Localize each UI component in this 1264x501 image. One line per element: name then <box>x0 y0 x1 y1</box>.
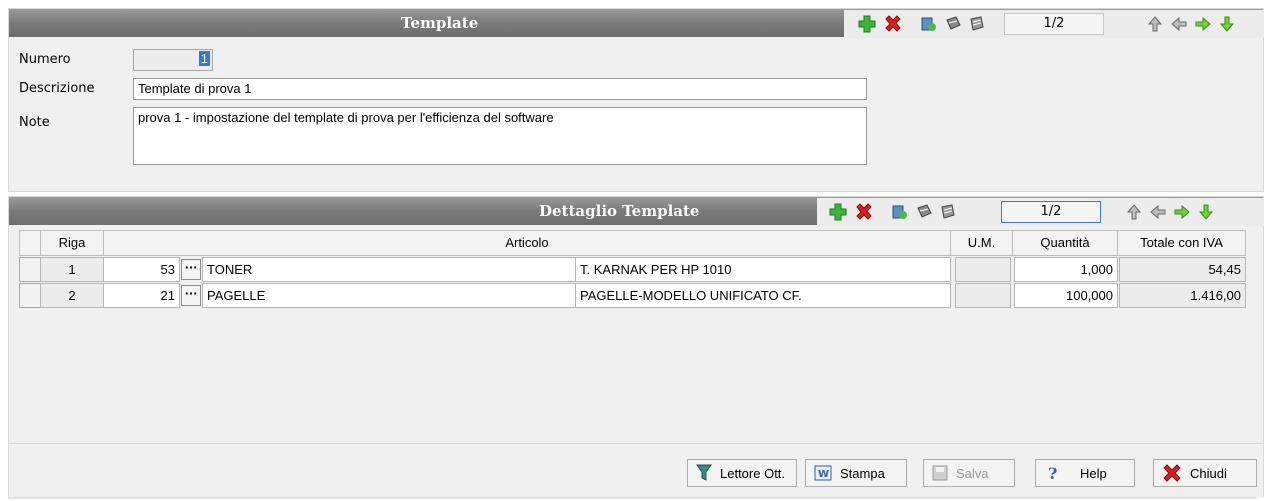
row-selector-header <box>19 230 41 256</box>
print-records-button[interactable] <box>942 13 964 35</box>
funnel-icon <box>696 464 712 481</box>
delete-record-button[interactable] <box>882 13 904 35</box>
article-description-cell[interactable]: T. KARNAK PER HP 1010 <box>575 257 951 282</box>
total-cell: 1.416,00 <box>1119 283 1246 308</box>
question-mark-icon: ? <box>1048 464 1057 482</box>
template-title: Template <box>401 14 479 32</box>
previous-row-button[interactable] <box>1147 201 1169 223</box>
previous-record-button[interactable] <box>1168 13 1190 35</box>
column-header-riga[interactable]: Riga <box>40 230 104 256</box>
svg-text:?: ? <box>1048 464 1057 482</box>
plus-icon <box>858 15 876 33</box>
export-rows-button[interactable] <box>937 201 959 223</box>
bottom-divider <box>8 497 1256 499</box>
row-position: 1/2 <box>1001 201 1101 223</box>
save-button[interactable]: Salva <box>923 459 1015 487</box>
documents-icon <box>917 204 932 218</box>
um-cell[interactable] <box>955 283 1011 308</box>
detail-toolbar: 1/2 <box>817 198 1264 226</box>
print-label: Stampa <box>840 465 885 481</box>
arrow-left-icon <box>1171 16 1187 32</box>
x-icon <box>1163 464 1181 482</box>
last-row-button[interactable] <box>1195 201 1217 223</box>
documents-icon <box>946 16 961 30</box>
um-cell[interactable] <box>955 257 1011 282</box>
template-panel: Template 1/2 Numero 1 Descrizione Templa… <box>8 8 1264 192</box>
print-button[interactable]: W Stampa <box>805 459 907 487</box>
column-header-articolo[interactable]: Articolo <box>103 230 951 256</box>
search-records-button[interactable] <box>918 13 940 35</box>
quantity-cell[interactable]: 1,000 <box>1014 257 1118 282</box>
numero-label: Numero <box>19 52 71 67</box>
detail-panel: Dettaglio Template 1/2 Riga Articolo U.M… <box>8 196 1264 498</box>
next-row-button[interactable] <box>1171 201 1193 223</box>
export-records-button[interactable] <box>966 13 988 35</box>
first-record-button[interactable] <box>1144 13 1166 35</box>
numero-field[interactable]: 1 <box>133 49 213 71</box>
arrow-left-icon <box>1150 204 1166 220</box>
add-row-button[interactable] <box>827 201 849 223</box>
word-document-icon: W <box>814 465 832 481</box>
search-rows-button[interactable] <box>889 201 911 223</box>
action-bar: Lettore Ott. W Stampa Salva ? Help Chiud… <box>9 443 1263 498</box>
total-cell: 54,45 <box>1119 257 1246 282</box>
barcode-reader-label: Lettore Ott. <box>720 465 786 481</box>
arrow-up-icon <box>1126 204 1142 220</box>
row-selector[interactable] <box>19 283 41 308</box>
arrow-down-icon <box>1198 204 1214 220</box>
help-label: Help <box>1080 465 1107 481</box>
article-code-cell[interactable]: 21 <box>103 283 180 308</box>
article-name-cell[interactable]: PAGELLE <box>202 283 576 308</box>
article-code-cell[interactable]: 53 <box>103 257 180 282</box>
quantity-cell[interactable]: 100,000 <box>1014 283 1118 308</box>
record-position: 1/2 <box>1004 13 1104 35</box>
row-selector[interactable] <box>19 257 41 282</box>
delete-row-button[interactable] <box>853 201 875 223</box>
column-header-um[interactable]: U.M. <box>950 230 1013 256</box>
arrow-down-icon <box>1219 16 1235 32</box>
add-record-button[interactable] <box>856 13 878 35</box>
arrow-up-icon <box>1147 16 1163 32</box>
column-header-quantita[interactable]: Quantità <box>1012 230 1118 256</box>
descrizione-field[interactable]: Template di prova 1 <box>133 78 867 100</box>
documents-search-icon <box>892 205 907 219</box>
documents-stack-icon <box>941 204 955 219</box>
close-button[interactable]: Chiudi <box>1153 459 1257 487</box>
arrow-right-icon <box>1174 204 1190 220</box>
article-name-cell[interactable]: TONER <box>202 257 576 282</box>
last-record-button[interactable] <box>1216 13 1238 35</box>
arrow-right-icon <box>1195 16 1211 32</box>
help-button[interactable]: ? Help <box>1035 459 1135 487</box>
descrizione-label: Descrizione <box>19 81 95 96</box>
next-record-button[interactable] <box>1192 13 1214 35</box>
article-lookup-button[interactable]: ··· <box>181 285 201 306</box>
note-field[interactable]: prova 1 - impostazione del template di p… <box>133 107 867 165</box>
detail-title: Dettaglio Template <box>539 202 700 220</box>
column-header-totale[interactable]: Totale con IVA <box>1117 230 1246 256</box>
x-icon <box>885 15 901 32</box>
article-lookup-button[interactable]: ··· <box>181 259 201 280</box>
article-description-cell[interactable]: PAGELLE-MODELLO UNIFICATO CF. <box>575 283 951 308</box>
riga-cell: 2 <box>40 283 104 308</box>
template-toolbar: 1/2 <box>844 10 1264 38</box>
print-rows-button[interactable] <box>913 201 935 223</box>
floppy-disk-icon <box>932 465 948 481</box>
svg-text:W: W <box>818 469 829 480</box>
documents-stack-icon <box>970 16 984 31</box>
numero-value: 1 <box>198 51 210 66</box>
barcode-reader-button[interactable]: Lettore Ott. <box>687 459 797 487</box>
save-label: Salva <box>956 465 989 481</box>
first-row-button[interactable] <box>1123 201 1145 223</box>
x-icon <box>856 203 872 220</box>
riga-cell: 1 <box>40 257 104 282</box>
plus-icon <box>829 203 847 221</box>
note-label: Note <box>19 115 50 130</box>
documents-search-icon <box>921 17 936 31</box>
close-label: Chiudi <box>1190 465 1227 481</box>
